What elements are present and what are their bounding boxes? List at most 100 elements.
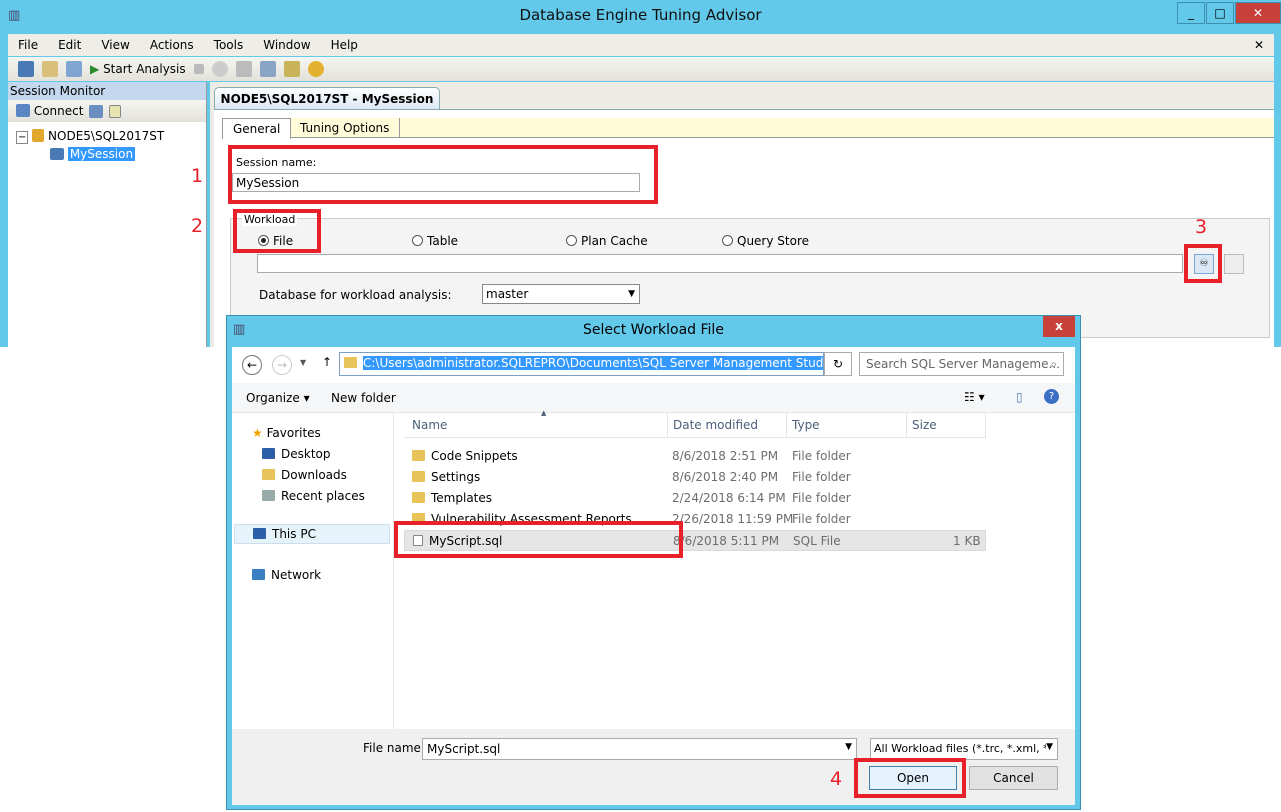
col-date[interactable]: Date modified bbox=[667, 413, 763, 438]
view-options-icon[interactable]: ☷ ▾ bbox=[964, 390, 985, 404]
up-button[interactable]: ↑ bbox=[322, 355, 332, 369]
menu-tools[interactable]: Tools bbox=[204, 38, 254, 52]
chevron-down-icon: ▼ bbox=[845, 742, 852, 752]
menu-help[interactable]: Help bbox=[321, 38, 368, 52]
search-input[interactable]: Search SQL Server Manageme... ⌕ bbox=[859, 352, 1064, 376]
server-label: NODE5\SQL2017ST bbox=[48, 129, 165, 143]
annotation-box-4 bbox=[854, 758, 966, 798]
session-monitor-toolbar: Connect bbox=[8, 100, 206, 122]
document-area: NODE5\SQL2017ST - MySession General Tuni… bbox=[210, 82, 1274, 347]
address-bar[interactable]: C:\Users\administrator.SQLREPRO\Document… bbox=[339, 352, 824, 376]
document-tab[interactable]: NODE5\SQL2017ST - MySession bbox=[214, 87, 440, 109]
play-icon: ▶ bbox=[90, 62, 100, 76]
radio-plan-cache[interactable]: Plan Cache bbox=[566, 234, 648, 248]
file-name: Settings bbox=[431, 470, 481, 484]
forward-button[interactable]: → bbox=[272, 355, 292, 375]
recent-places-icon bbox=[262, 490, 275, 501]
refresh-button[interactable]: ↻ bbox=[824, 352, 852, 376]
menu-view[interactable]: View bbox=[91, 38, 139, 52]
file-name-label: File name: bbox=[363, 741, 425, 755]
tab-tuning-options[interactable]: Tuning Options bbox=[290, 118, 401, 138]
database-label: Database for workload analysis: bbox=[259, 288, 452, 302]
nav-desktop[interactable]: Desktop bbox=[262, 447, 331, 461]
connect-label: Connect bbox=[33, 104, 84, 118]
cancel-button[interactable]: Cancel bbox=[969, 766, 1058, 790]
session-label: MySession bbox=[67, 147, 136, 161]
save-recommendations-icon[interactable] bbox=[235, 61, 252, 77]
server-icon bbox=[32, 129, 45, 142]
file-name: Code Snippets bbox=[431, 449, 518, 463]
file-row[interactable]: Code Snippets 8/6/2018 2:51 PM File folder bbox=[404, 446, 986, 467]
radio-query-store[interactable]: Query Store bbox=[722, 234, 809, 248]
search-placeholder: Search SQL Server Manageme... bbox=[866, 357, 1060, 371]
col-type[interactable]: Type bbox=[786, 413, 825, 438]
recent-dropdown-icon[interactable]: ▼ bbox=[300, 358, 306, 367]
cancel-icon[interactable] bbox=[211, 61, 228, 77]
radio-table[interactable]: Table bbox=[412, 234, 458, 248]
menu-bar: File Edit View Actions Tools Window Help… bbox=[8, 34, 1274, 56]
nav-favorites-label: Favorites bbox=[266, 426, 321, 440]
session-icon bbox=[50, 148, 64, 160]
tree-node-server[interactable]: − NODE5\SQL2017ST bbox=[16, 128, 206, 146]
disconnect-icon[interactable] bbox=[89, 104, 104, 118]
new-folder-button[interactable]: New folder bbox=[331, 391, 396, 405]
radio-query-store-label: Query Store bbox=[737, 234, 809, 248]
nav-this-pc-label: This PC bbox=[272, 527, 316, 541]
tab-general[interactable]: General bbox=[222, 118, 292, 139]
help-icon[interactable] bbox=[307, 61, 324, 77]
workload-file-input[interactable] bbox=[257, 254, 1183, 273]
session-monitor: Session Monitor Connect − NODE5\SQL2017S… bbox=[8, 82, 207, 347]
toolbar: ▶ Start Analysis bbox=[8, 57, 1274, 81]
file-row[interactable]: Templates 2/24/2018 6:14 PM File folder bbox=[404, 488, 986, 509]
nav-network[interactable]: Network bbox=[252, 568, 321, 582]
col-size[interactable]: Size bbox=[906, 413, 986, 438]
stop-icon[interactable] bbox=[193, 64, 204, 74]
nav-this-pc[interactable]: This PC bbox=[234, 524, 390, 544]
annotation-4: 4 bbox=[830, 768, 843, 790]
file-type-filter[interactable]: All Workload files (*.trc, *.xml, * ▼ bbox=[870, 738, 1058, 760]
menu-edit[interactable]: Edit bbox=[48, 38, 91, 52]
navigation-pane: ★ Favorites Desktop Downloads Recent pla… bbox=[232, 413, 392, 740]
file-row[interactable]: Settings 8/6/2018 2:40 PM File folder bbox=[404, 467, 986, 488]
computer-icon bbox=[253, 528, 266, 539]
view-icon[interactable] bbox=[66, 61, 82, 77]
nav-downloads[interactable]: Downloads bbox=[262, 468, 347, 482]
file-date: 8/6/2018 2:51 PM bbox=[672, 449, 779, 463]
connect-button[interactable]: Connect bbox=[16, 104, 83, 118]
annotation-box-file bbox=[394, 521, 683, 558]
database-select[interactable]: master ▼ bbox=[482, 284, 640, 304]
organize-button[interactable]: Organize ▾ bbox=[246, 391, 310, 405]
nav-favorites[interactable]: ★ Favorites bbox=[252, 426, 321, 440]
options-icon[interactable] bbox=[283, 61, 300, 77]
maximize-button[interactable]: □ bbox=[1206, 2, 1234, 24]
radio-plan-cache-label: Plan Cache bbox=[581, 234, 648, 248]
refresh-icon[interactable] bbox=[109, 104, 122, 118]
preview-file-button[interactable] bbox=[1224, 254, 1244, 274]
open-session-icon[interactable] bbox=[42, 61, 58, 77]
close-button[interactable]: ✕ bbox=[1235, 2, 1281, 24]
menu-window[interactable]: Window bbox=[253, 38, 320, 52]
dialog-close-button[interactable]: x bbox=[1043, 316, 1075, 337]
minimize-button[interactable]: _ bbox=[1177, 2, 1205, 24]
file-list: Name ▲ Date modified Type Size Code Snip… bbox=[393, 409, 1075, 740]
annotation-box-2 bbox=[233, 209, 321, 253]
file-name-input[interactable]: MyScript.sql ▼ bbox=[422, 738, 857, 760]
col-name[interactable]: Name bbox=[412, 418, 447, 432]
help-icon[interactable]: ? bbox=[1044, 389, 1059, 404]
menu-file[interactable]: File bbox=[8, 38, 48, 52]
nav-network-label: Network bbox=[271, 568, 322, 582]
tab-strip: General Tuning Options bbox=[222, 118, 1274, 139]
tree-node-session[interactable]: MySession bbox=[16, 146, 206, 162]
dialog-body: ← → ▼ ↑ C:\Users\administrator.SQLREPRO\… bbox=[232, 347, 1075, 805]
folder-icon bbox=[412, 450, 425, 461]
new-session-icon[interactable] bbox=[18, 61, 34, 77]
menu-actions[interactable]: Actions bbox=[140, 38, 204, 52]
report-icon[interactable] bbox=[259, 61, 276, 77]
file-date: 8/6/2018 2:40 PM bbox=[672, 470, 779, 484]
database-value: master bbox=[486, 287, 529, 301]
nav-recent[interactable]: Recent places bbox=[262, 489, 365, 503]
preview-pane-icon[interactable]: ▯ bbox=[1016, 390, 1023, 404]
back-button[interactable]: ← bbox=[242, 355, 262, 375]
start-analysis-button[interactable]: ▶ Start Analysis bbox=[90, 62, 186, 76]
mdi-close-icon[interactable]: ✕ bbox=[1244, 38, 1274, 52]
